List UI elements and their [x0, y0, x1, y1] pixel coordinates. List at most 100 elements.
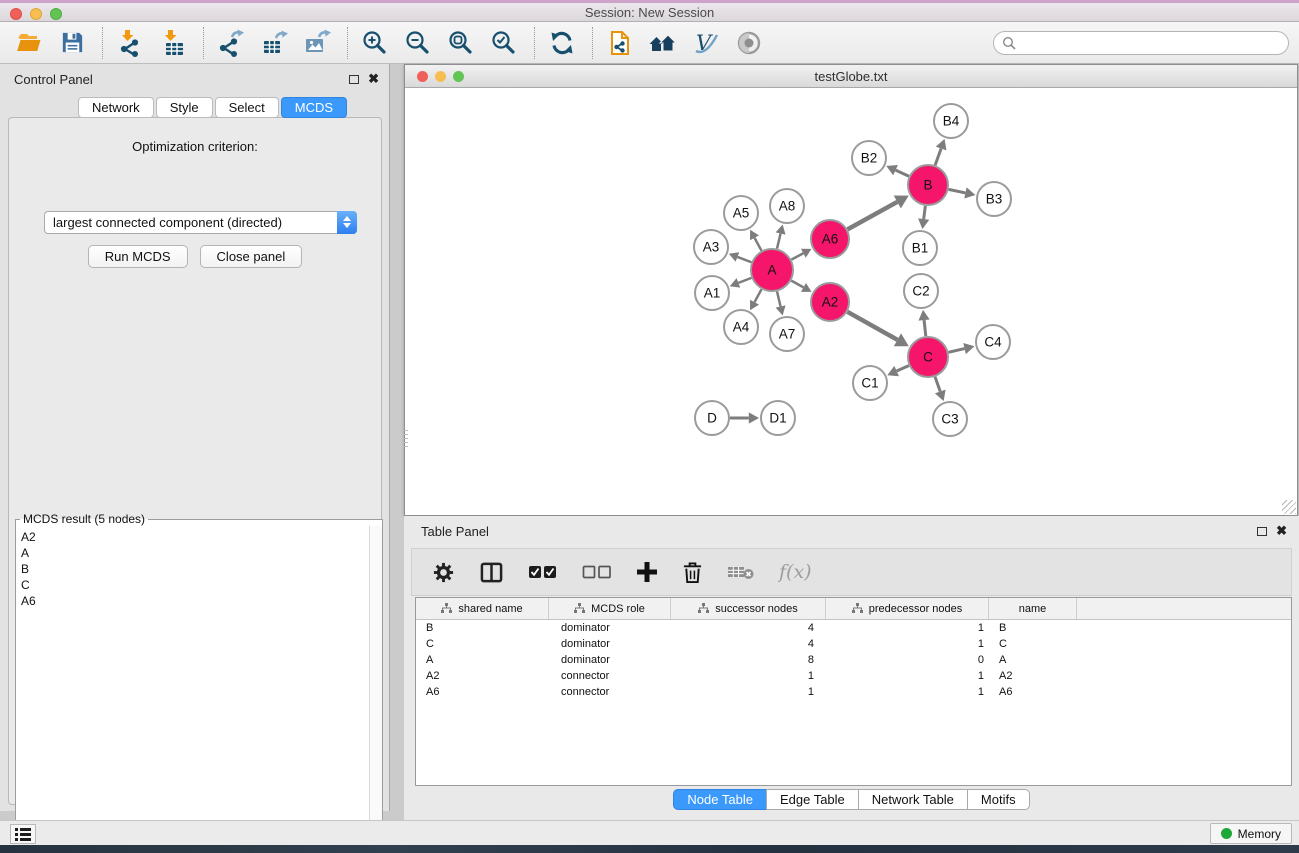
search-input[interactable] — [1021, 36, 1261, 50]
zoom-network-window-button[interactable] — [453, 71, 464, 82]
graph-edge-B-B1[interactable] — [924, 206, 926, 219]
select-all-columns-button[interactable] — [528, 564, 558, 580]
table-cell-predecessor-nodes[interactable]: 1 — [826, 620, 989, 636]
export-table-button[interactable] — [257, 26, 291, 60]
graph-edge-B-B2[interactable] — [896, 170, 909, 176]
close-panel-button[interactable]: Close panel — [200, 245, 303, 268]
table-cell-successor-nodes[interactable]: 1 — [671, 684, 826, 700]
table-cell-mcds-role[interactable]: connector — [549, 668, 671, 684]
minimize-network-window-button[interactable] — [435, 71, 446, 82]
table-cell-shared-name[interactable]: B — [416, 620, 549, 636]
unselect-all-columns-button[interactable] — [582, 564, 612, 580]
table-cell-predecessor-nodes[interactable]: 1 — [826, 684, 989, 700]
mcds-result-item[interactable]: B — [21, 561, 369, 577]
graph-edge-B-B3[interactable] — [949, 189, 966, 193]
mcds-result-item[interactable]: C — [21, 577, 369, 593]
tab-mcds[interactable]: MCDS — [281, 97, 347, 118]
run-mcds-button[interactable]: Run MCDS — [88, 245, 188, 268]
memory-button[interactable]: Memory — [1210, 823, 1292, 844]
zoom-fit-button[interactable] — [444, 26, 478, 60]
column-header-successor-nodes[interactable]: successor nodes — [671, 598, 826, 619]
column-header-shared-name[interactable]: shared name — [416, 598, 549, 619]
search-box[interactable] — [993, 31, 1289, 55]
table-row[interactable]: Cdominator41C — [416, 636, 1291, 652]
task-history-button[interactable] — [10, 824, 36, 844]
zoom-window-button[interactable] — [50, 8, 62, 20]
table-cell-predecessor-nodes[interactable]: 0 — [826, 652, 989, 668]
delete-rows-button[interactable] — [682, 561, 703, 584]
open-session-button[interactable] — [12, 26, 46, 60]
window-resize-grip[interactable] — [1282, 500, 1296, 514]
table-cell-shared-name[interactable]: A — [416, 652, 549, 668]
graph-edge-C-C2[interactable] — [924, 320, 926, 336]
graph-edge-C-C3[interactable] — [935, 377, 940, 392]
graph-edge-A-A7[interactable] — [777, 291, 781, 306]
zoom-selected-button[interactable] — [487, 26, 521, 60]
function-builder-button[interactable]: f(x) — [779, 561, 812, 583]
import-network-button[interactable] — [113, 26, 147, 60]
mcds-result-item[interactable]: A2 — [21, 529, 369, 545]
tab-network-table[interactable]: Network Table — [858, 789, 968, 810]
table-cell-mcds-role[interactable]: dominator — [549, 620, 671, 636]
table-cell-name[interactable]: A — [989, 652, 1077, 668]
column-header-predecessor-nodes[interactable]: predecessor nodes — [826, 598, 989, 619]
mcds-result-item[interactable]: A — [21, 545, 369, 561]
graph-edge-A-A4[interactable] — [754, 289, 761, 302]
table-cell-shared-name[interactable]: C — [416, 636, 549, 652]
table-cell-mcds-role[interactable]: connector — [549, 684, 671, 700]
table-cell-shared-name[interactable]: A6 — [416, 684, 549, 700]
graph-edge-A6-B[interactable] — [848, 202, 898, 229]
table-cell-name[interactable]: A2 — [989, 668, 1077, 684]
optimization-criterion-dropdown[interactable]: largest connected component (directed) — [44, 211, 357, 234]
import-table-button[interactable] — [156, 26, 190, 60]
first-neighbors-button[interactable] — [646, 26, 680, 60]
table-cell-successor-nodes[interactable]: 1 — [671, 668, 826, 684]
tab-motifs[interactable]: Motifs — [967, 789, 1030, 810]
table-cell-name[interactable]: B — [989, 620, 1077, 636]
save-session-button[interactable] — [55, 26, 89, 60]
column-header-mcds-role[interactable]: MCDS role — [549, 598, 671, 619]
export-network-button[interactable] — [214, 26, 248, 60]
close-network-window-button[interactable] — [417, 71, 428, 82]
table-cell-name[interactable]: C — [989, 636, 1077, 652]
graph-edge-A-A8[interactable] — [777, 234, 781, 249]
zoom-out-button[interactable] — [401, 26, 435, 60]
table-cell-successor-nodes[interactable]: 4 — [671, 620, 826, 636]
graph-edge-C-C1[interactable] — [897, 366, 909, 371]
export-image-button[interactable] — [300, 26, 334, 60]
table-cell-shared-name[interactable]: A2 — [416, 668, 549, 684]
minimize-window-button[interactable] — [30, 8, 42, 20]
show-columns-button[interactable] — [479, 561, 504, 584]
float-table-panel-icon[interactable] — [1257, 527, 1267, 536]
add-row-button[interactable] — [636, 561, 658, 583]
mcds-result-item[interactable]: A6 — [21, 593, 369, 609]
apply-layout-button[interactable] — [545, 26, 579, 60]
splitter-gripper[interactable] — [404, 430, 408, 448]
tab-edge-table[interactable]: Edge Table — [766, 789, 859, 810]
close-window-button[interactable] — [10, 8, 22, 20]
table-row[interactable]: A6connector11A6 — [416, 684, 1291, 700]
show-vizmapper-button[interactable]: V — [689, 26, 723, 60]
table-cell-mcds-role[interactable]: dominator — [549, 652, 671, 668]
close-table-panel-icon[interactable]: ✖ — [1276, 526, 1287, 536]
graph-edge-A2-C[interactable] — [847, 312, 897, 340]
graph-edge-A-A5[interactable] — [754, 238, 761, 251]
close-panel-icon[interactable]: ✖ — [368, 74, 379, 84]
table-cell-predecessor-nodes[interactable]: 1 — [826, 636, 989, 652]
network-window-titlebar[interactable]: testGlobe.txt — [405, 65, 1297, 88]
mcds-list-scrollbar[interactable] — [369, 526, 382, 853]
graph-edge-A-A6[interactable] — [791, 253, 803, 259]
show-graphics-details-button[interactable] — [732, 26, 766, 60]
table-settings-button[interactable] — [432, 561, 455, 584]
float-panel-icon[interactable] — [349, 75, 359, 84]
table-row[interactable]: Adominator80A — [416, 652, 1291, 668]
graph-edge-A-A2[interactable] — [791, 281, 803, 288]
table-row[interactable]: A2connector11A2 — [416, 668, 1291, 684]
graph-edge-B-B4[interactable] — [935, 148, 941, 165]
tab-node-table[interactable]: Node Table — [673, 789, 767, 810]
tab-style[interactable]: Style — [156, 97, 213, 118]
graph-edge-A-A1[interactable] — [738, 278, 751, 283]
table-cell-name[interactable]: A6 — [989, 684, 1077, 700]
table-cell-predecessor-nodes[interactable]: 1 — [826, 668, 989, 684]
delete-table-button[interactable] — [727, 563, 755, 581]
